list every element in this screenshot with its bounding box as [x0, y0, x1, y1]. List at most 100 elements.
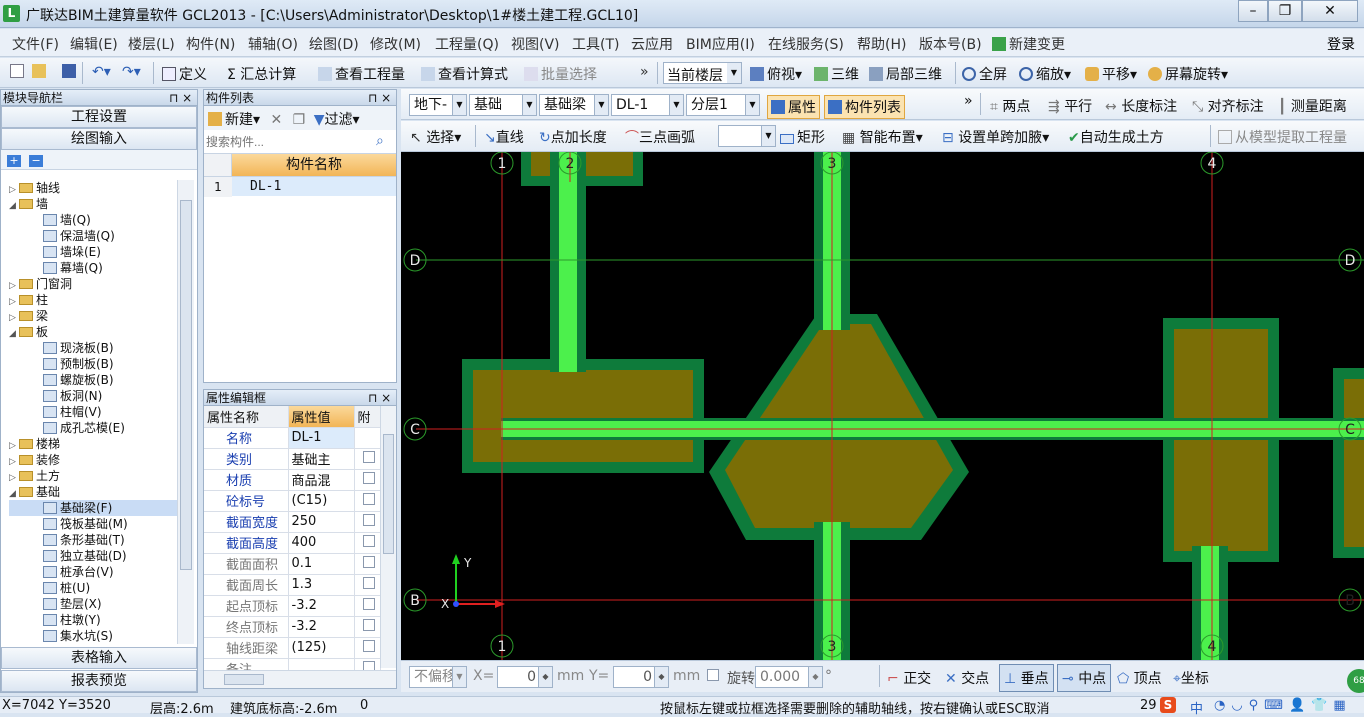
category-select[interactable]: 基础 ▼ — [469, 94, 537, 116]
close-button[interactable]: ✕ — [1302, 0, 1358, 22]
property-attach-checkbox[interactable] — [354, 469, 381, 491]
tree-item[interactable]: 基础梁(F) — [9, 500, 177, 516]
toolbar-overflow[interactable]: » — [640, 64, 649, 80]
property-row[interactable]: 截面高度 400 — [204, 532, 381, 554]
open-file-icon[interactable] — [32, 64, 49, 80]
property-row[interactable]: 截面周长 1.3 — [204, 574, 381, 596]
menu-help[interactable]: 帮助(H) — [857, 34, 906, 54]
align-dim-button[interactable]: ⤡ 对齐标注 — [1192, 96, 1264, 116]
property-value[interactable]: 1.3 — [288, 574, 355, 596]
tree-folder[interactable]: ▷ 轴线 — [9, 180, 177, 196]
property-attach-checkbox[interactable] — [354, 637, 381, 659]
tree-folder[interactable]: ◢ 基础 — [9, 484, 177, 500]
maximize-button[interactable]: ❐ — [1268, 0, 1302, 22]
tree-scrollbar[interactable] — [177, 180, 194, 644]
smart-layout-button[interactable]: ▦ 智能布置▾ — [842, 127, 923, 147]
property-attach-checkbox[interactable] — [354, 574, 381, 596]
tree-folder[interactable]: ▷ 门窗洞 — [9, 276, 177, 292]
tree-item[interactable]: 柱墩(Y) — [9, 612, 177, 628]
filter-button[interactable]: ▼过滤▾ — [314, 112, 360, 128]
property-value[interactable]: (C15) — [288, 490, 355, 512]
sum-calc-button[interactable]: Σ 汇总计算 — [227, 64, 296, 84]
property-value[interactable]: -3.2 — [288, 616, 355, 638]
drawing-canvas[interactable]: 1 2 3 4 D C B D C B 1 3 4 Y X — [401, 152, 1364, 660]
tree-folder[interactable]: ▷ 柱 — [9, 292, 177, 308]
menu-modify[interactable]: 修改(M) — [370, 34, 421, 54]
floor-select[interactable]: 地下- ▼ — [409, 94, 467, 116]
zoom-button[interactable]: 缩放▾ — [1019, 64, 1071, 84]
property-value[interactable]: 0.1 — [288, 553, 355, 575]
line-button[interactable]: ↘直线 — [484, 127, 524, 147]
ime-tools-icon[interactable]: ◔◡⚲⌨👤👕▦ — [1214, 698, 1352, 713]
menu-quantity[interactable]: 工程量(Q) — [435, 34, 499, 54]
save-icon[interactable] — [62, 64, 79, 80]
property-attach-checkbox[interactable] — [354, 427, 381, 449]
local-3d-button[interactable]: 局部三维 — [869, 64, 942, 84]
property-scrollbar[interactable] — [380, 406, 396, 668]
batch-select-button[interactable]: 批量选择 — [524, 64, 597, 84]
property-row[interactable]: 截面宽度 250 — [204, 511, 381, 533]
collapse-arrow-icon[interactable]: ◢ — [9, 326, 19, 342]
tree-item[interactable]: 预制板(B) — [9, 356, 177, 372]
tree-item[interactable]: 幕墙(Q) — [9, 260, 177, 276]
property-value[interactable]: 400 — [288, 532, 355, 554]
menu-component[interactable]: 构件(N) — [186, 34, 235, 54]
tree-item[interactable]: 保温墙(Q) — [9, 228, 177, 244]
tree-item[interactable]: 桩(U) — [9, 580, 177, 596]
y-input[interactable]: 0 ◆ — [613, 666, 669, 688]
tree-folder[interactable]: ◢ 墙 — [9, 196, 177, 212]
tree-item[interactable]: 筏板基础(M) — [9, 516, 177, 532]
ime-mode[interactable]: 中 — [1190, 698, 1203, 717]
layer-select[interactable]: 分层1 ▼ — [686, 94, 760, 116]
point-length-button[interactable]: ↻点加长度 — [539, 127, 607, 147]
minimize-button[interactable]: – — [1238, 0, 1268, 22]
menu-new-change[interactable]: 新建变更 — [992, 34, 1065, 54]
property-attach-checkbox[interactable] — [354, 490, 381, 512]
copy-icon[interactable]: ❐ — [293, 112, 306, 128]
menu-file[interactable]: 文件(F) — [12, 34, 59, 54]
menu-floor[interactable]: 楼层(L) — [128, 34, 175, 54]
tree-item[interactable]: 垫层(X) — [9, 596, 177, 612]
offset-select[interactable]: 不偏移 ▼ — [409, 666, 467, 688]
property-value[interactable]: 250 — [288, 511, 355, 533]
properties-toggle[interactable]: 属性 — [767, 95, 820, 119]
redo-icon[interactable]: ↷▾ — [122, 64, 141, 80]
component-select[interactable]: DL-1 ▼ — [611, 94, 684, 116]
project-settings-button[interactable]: 工程设置 — [1, 106, 197, 128]
measure-distance-button[interactable]: ┃ 测量距离 — [1278, 96, 1347, 116]
table-input-button[interactable]: 表格输入 — [1, 647, 197, 669]
report-preview-button[interactable]: 报表预览 — [1, 670, 197, 692]
property-attach-checkbox[interactable] — [354, 448, 381, 470]
tree-item[interactable]: 螺旋板(B) — [9, 372, 177, 388]
property-row[interactable]: 材质 商品混 — [204, 469, 381, 491]
screen-rotate-button[interactable]: 屏幕旋转▾ — [1148, 64, 1228, 84]
menu-online[interactable]: 在线服务(S) — [768, 34, 844, 54]
select-button[interactable]: ↖ 选择▾ — [410, 127, 461, 147]
3d-button[interactable]: 三维 — [814, 64, 859, 84]
define-button[interactable]: 定义 — [162, 64, 207, 84]
collapse-arrow-icon[interactable]: ◢ — [9, 198, 19, 214]
property-row[interactable]: 轴线距梁 (125) — [204, 637, 381, 659]
property-value[interactable]: (125) — [288, 637, 355, 659]
property-attach-checkbox[interactable] — [354, 595, 381, 617]
draw-input-button[interactable]: 绘图输入 — [1, 128, 197, 150]
property-row[interactable]: 名称 DL-1 — [204, 427, 381, 449]
parallel-button[interactable]: ⇶ 平行 — [1048, 96, 1092, 116]
tree-folder[interactable]: ◢ 板 — [9, 324, 177, 340]
collapse-all-icon[interactable]: − — [29, 155, 44, 167]
tree-item[interactable]: 墙(Q) — [9, 212, 177, 228]
tree-item[interactable]: 现浇板(B) — [9, 340, 177, 356]
search-icon[interactable]: ⌕ — [376, 133, 384, 149]
intersection-snap[interactable]: ✕ 交点 — [945, 668, 989, 688]
undo-icon[interactable]: ↶▾ — [92, 64, 111, 80]
component-name-header[interactable]: 构件名称 — [232, 154, 396, 176]
midpoint-snap[interactable]: ⊸ 中点 — [1057, 664, 1112, 692]
collapse-arrow-icon[interactable]: ◢ — [9, 486, 19, 502]
property-row[interactable]: 截面面积 0.1 — [204, 553, 381, 575]
property-value[interactable]: -3.2 — [288, 595, 355, 617]
view-quantity-button[interactable]: 查看工程量 — [318, 64, 405, 84]
property-attach-checkbox[interactable] — [354, 511, 381, 533]
perpendicular-snap[interactable]: ⊥ 垂点 — [999, 664, 1054, 692]
tree-item[interactable]: 集水坑(S) — [9, 628, 177, 644]
type-select[interactable]: 基础梁 ▼ — [539, 94, 609, 116]
